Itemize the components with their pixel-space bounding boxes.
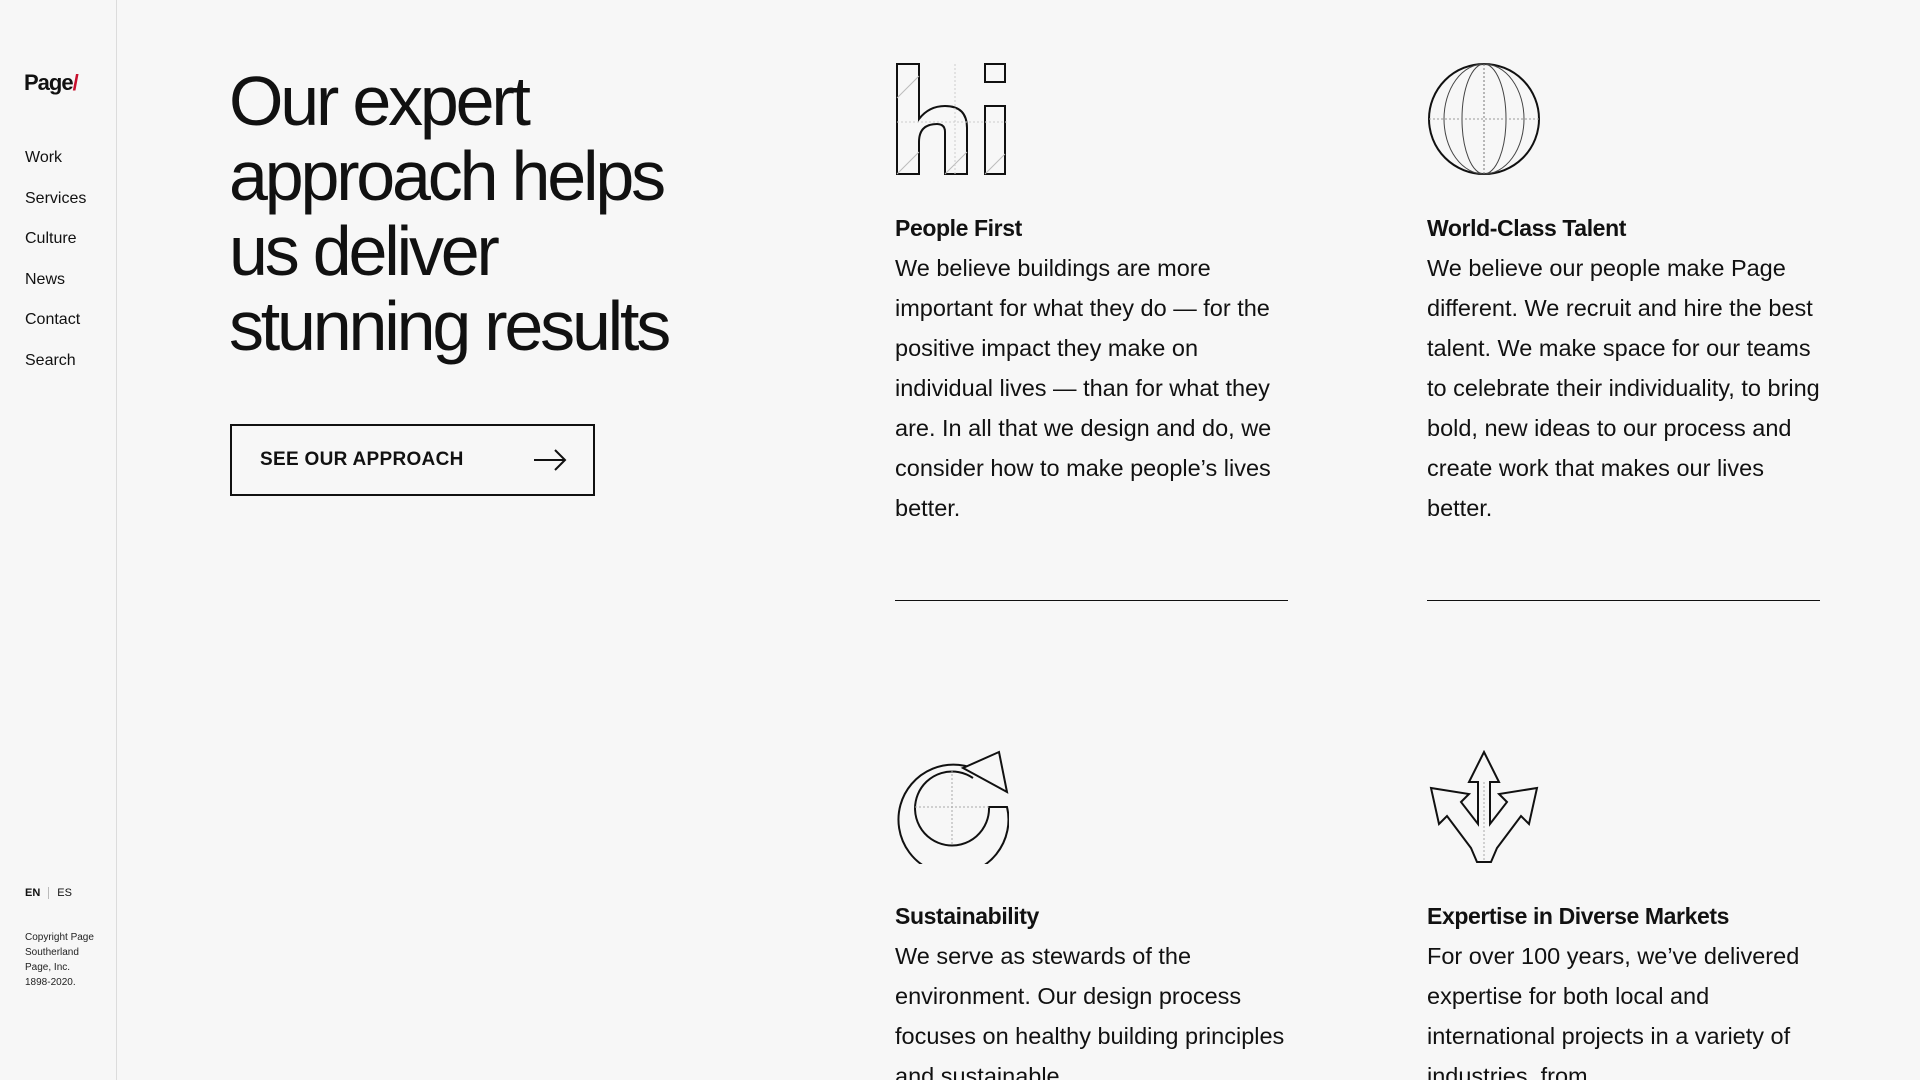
language-divider [48,887,50,899]
nav-item-contact[interactable]: Contact [25,310,86,351]
arrow-right-icon [534,449,567,471]
logo-slash: / [72,70,79,95]
feature-body: We believe our people make Page differen… [1427,255,1820,521]
page-logo[interactable]: Page/ [24,70,79,96]
language-en[interactable]: EN [25,887,40,899]
language-es[interactable]: ES [57,887,72,899]
feature-divider [1427,600,1820,601]
feature-card-expertise-diverse-markets: Expertise in Diverse Markets For over 10… [1427,750,1827,1080]
feature-card-people-first: People First We believe buildings are mo… [895,62,1295,528]
feature-title: World-Class Talent [1427,215,1626,241]
feature-title: Sustainability [895,903,1039,929]
feature-card-world-class-talent: World-Class Talent We believe our people… [1427,62,1827,528]
sidebar: Page/ Work Services Culture News Contact… [0,0,117,1080]
feature-body: We believe buildings are more important … [895,255,1272,521]
hero-heading: Our expert approach helps us deliver stu… [229,62,671,365]
feature-divider [895,600,1288,601]
nav-item-culture[interactable]: Culture [25,229,86,270]
recycle-arrow-icon [897,750,1009,864]
feature-card-sustainability: Sustainability We serve as stewards of t… [895,750,1295,1080]
globe-icon [1428,63,1540,175]
feature-body: For over 100 years, we’ve delivered expe… [1427,943,1800,1080]
diverging-arrows-icon [1429,750,1539,863]
logo-text: Page [24,70,74,95]
nav-item-news[interactable]: News [25,270,86,311]
language-switcher: EN ES [25,887,72,899]
see-our-approach-button[interactable]: SEE OUR APPROACH [230,424,595,496]
hi-letters-icon [896,63,1007,175]
copyright-text: Copyright Page Southerland Page, Inc. 18… [25,932,94,988]
feature-title: People First [895,215,1022,241]
nav-item-search[interactable]: Search [25,351,86,392]
feature-title: Expertise in Diverse Markets [1427,903,1730,929]
nav-item-services[interactable]: Services [25,189,86,230]
feature-body: We serve as stewards of the environment.… [895,943,1285,1080]
main-nav: Work Services Culture News Contact Searc… [25,148,86,391]
cta-label: SEE OUR APPROACH [260,449,464,470]
nav-item-work[interactable]: Work [25,148,86,189]
